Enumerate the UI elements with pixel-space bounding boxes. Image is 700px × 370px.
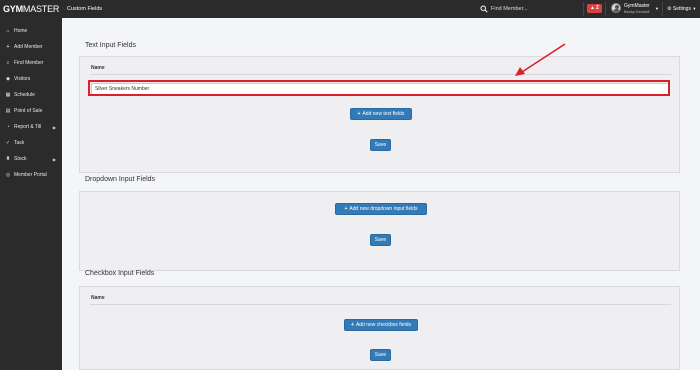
gymmaster-logo[interactable]: GYMMASTER [3, 4, 59, 14]
sidebar-item-label: Home [14, 28, 28, 34]
sidebar-item-label: Task [14, 140, 25, 146]
sidebar-item-task[interactable]: ✓ Task [0, 135, 62, 151]
search-icon[interactable] [480, 5, 488, 13]
sidebar-item-report-till[interactable]: ◔ Report & Till ▶ [0, 119, 62, 135]
check-icon: ✓ [5, 140, 11, 146]
sidebar-item-label: Report & Till [14, 124, 42, 130]
plus-icon: + [6, 44, 10, 50]
add-checkbox-field-button[interactable]: + Add new checkbox fields [344, 319, 418, 331]
home-icon: ⌂ [6, 28, 10, 34]
sidebar: ⌂ Home + Add Member ⌕ Find Member ◆ Visi… [0, 18, 62, 370]
add-dropdown-field-label: Add new dropdown input fields [349, 206, 418, 212]
user-avatar[interactable] [611, 3, 621, 13]
plus-icon: + [351, 322, 354, 328]
chart-icon: ◔ [6, 124, 10, 130]
text-fields-table-header: Name [90, 63, 671, 75]
sidebar-item-stock[interactable]: ♜ Stock ▶ [0, 151, 62, 167]
chevron-down-icon[interactable]: ▼ [655, 6, 659, 11]
text-fields-title: Text Input Fields [85, 42, 136, 49]
sidebar-item-member-portal[interactable]: ◎ Member Portal [0, 167, 62, 183]
sidebar-item-add-member[interactable]: + Add Member [0, 39, 62, 55]
settings-label: Settings [672, 6, 691, 12]
gear-icon: ⚙ [667, 6, 672, 12]
sidebar-item-label: Stock [14, 156, 27, 162]
add-text-field-label: Add new text fields [362, 111, 405, 117]
chevron-down-icon: ▼ [692, 6, 697, 11]
column-name-header: Name [91, 295, 105, 301]
logo-master-text: MASTER [22, 4, 60, 14]
checkbox-fields-panel: Name + Add new checkbox fields Save [79, 286, 680, 370]
add-checkbox-field-label: Add new checkbox fields [355, 322, 411, 328]
chevron-right-icon: ▶ [52, 156, 56, 162]
logo-gym-text: GYM [3, 4, 23, 14]
sidebar-item-visitors[interactable]: ◆ Visitors [0, 71, 62, 87]
highlight-box [88, 80, 670, 96]
globe-icon: ◎ [5, 172, 11, 178]
sidebar-item-label: Visitors [14, 76, 31, 82]
sidebar-item-home[interactable]: ⌂ Home [0, 23, 62, 39]
sidebar-item-point-of-sale[interactable]: ▤ Point of Sale [0, 103, 62, 119]
sidebar-item-label: Member Portal [14, 172, 47, 178]
find-member-search-input[interactable] [491, 4, 581, 14]
plus-icon: + [357, 111, 361, 117]
topbar-divider [605, 2, 606, 16]
checkbox-fields-title: Checkbox Input Fields [85, 270, 155, 277]
add-dropdown-field-button[interactable]: + Add new dropdown input fields [335, 203, 427, 215]
checkbox-fields-table-header: Name [90, 293, 671, 305]
save-dropdown-fields-button[interactable]: Save [370, 234, 391, 246]
chevron-right-icon: ▶ [52, 124, 56, 130]
dropdown-fields-panel: + Add new dropdown input fields Save [79, 191, 680, 271]
sidebar-item-label: Point of Sale [14, 108, 43, 114]
save-checkbox-fields-button[interactable]: Save [370, 349, 391, 361]
notification-badge[interactable]: ▲ 2 [587, 4, 602, 13]
top-bar: GYMMASTER Custom Fields ▲ 2 GymMaster Be… [0, 0, 700, 18]
topbar-divider [662, 2, 663, 16]
user-subtitle: Becky Kendall [624, 9, 650, 14]
dropdown-fields-title: Dropdown Input Fields [85, 176, 156, 183]
settings-menu[interactable]: ⚙ Settings ▼ [667, 5, 696, 13]
notification-count: 2 [595, 5, 599, 11]
alert-icon: ▲ [590, 5, 595, 11]
save-text-fields-button[interactable]: Save [370, 139, 391, 151]
calendar-icon: ▦ [5, 92, 11, 98]
search-icon: ⌕ [6, 60, 10, 66]
sidebar-item-label: Add Member [14, 44, 43, 50]
trophy-icon: ♜ [5, 156, 11, 162]
sidebar-item-label: Schedule [14, 92, 35, 98]
plus-icon: + [344, 206, 348, 212]
add-text-field-button[interactable]: + Add new text fields [350, 108, 412, 120]
text-fields-panel: Name +Add new text fields Save [79, 56, 680, 173]
sidebar-item-schedule[interactable]: ▦ Schedule [0, 87, 62, 103]
store-icon: ▤ [5, 108, 11, 114]
column-name-header: Name [91, 65, 105, 71]
page-title: Custom Fields [67, 6, 103, 12]
sidebar-item-label: Find Member [14, 60, 44, 66]
user-menu[interactable]: GymMaster Becky Kendall [624, 3, 650, 15]
sidebar-item-find-member[interactable]: ⌕ Find Member [0, 55, 62, 71]
main-content: Text Input Fields Name +Add new text fie… [62, 18, 700, 370]
topbar-divider [583, 2, 584, 16]
tag-icon: ◆ [6, 76, 10, 82]
